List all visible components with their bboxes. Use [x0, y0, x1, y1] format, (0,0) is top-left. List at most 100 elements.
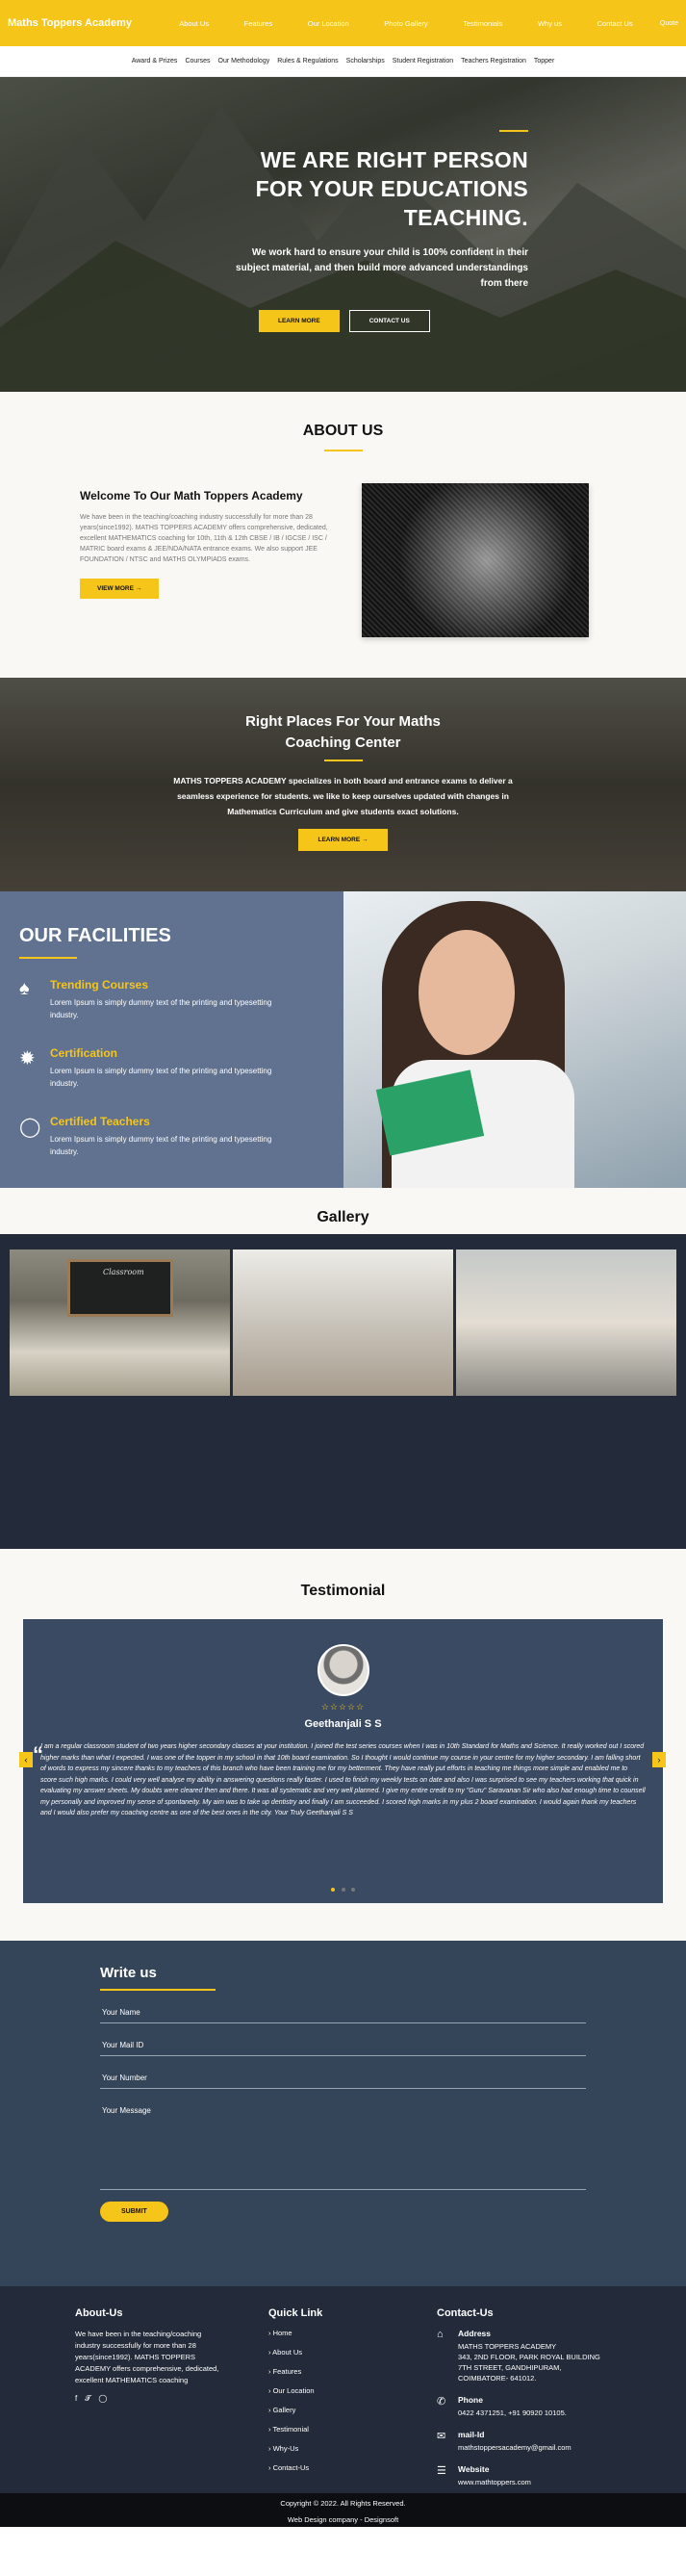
- contact-form-title: Write us: [100, 1965, 157, 1981]
- hero-subtitle: We work hard to ensure your child is 100…: [236, 247, 528, 289]
- subnav-topper[interactable]: Topper: [534, 58, 554, 64]
- facility-text: Lorem Ipsum is simply dummy text of the …: [50, 1067, 272, 1088]
- mail-icon: ✉: [437, 2431, 446, 2442]
- facilities-list: OUR FACILITIES ♠ Trending Courses Lorem …: [0, 891, 343, 1188]
- address-line: MATHS TOPPERS ACADEMY: [458, 2342, 557, 2351]
- footer-link-about[interactable]: › About Us: [268, 2348, 322, 2357]
- student-face-shape: [419, 930, 515, 1055]
- footer-link-label: About Us: [272, 2348, 303, 2357]
- nav-why-us[interactable]: Why us: [538, 19, 562, 28]
- gallery-image-kids-classroom[interactable]: [456, 1249, 676, 1396]
- coaching-title-underline: [323, 760, 363, 761]
- instagram-icon[interactable]: ◯: [98, 2394, 107, 2404]
- hero-title: WE ARE RIGHT PERSON FOR YOUR EDUCATIONS …: [220, 145, 528, 232]
- carousel-dot-1[interactable]: [331, 1888, 336, 1892]
- nav-testimonials[interactable]: Testimonials: [463, 19, 502, 28]
- gallery-section: Classroom: [0, 1234, 686, 1549]
- footer-link-features[interactable]: › Features: [268, 2367, 322, 2376]
- subnav-teachers-registration[interactable]: Teachers Registration: [461, 58, 526, 64]
- view-more-label: VIEW MORE: [97, 585, 134, 592]
- twitter-icon[interactable]: 𝓣: [85, 2394, 90, 2404]
- gallery-row: Classroom: [10, 1249, 676, 1396]
- nav-photo-gallery[interactable]: Photo Gallery: [384, 19, 427, 28]
- hero-content: WE ARE RIGHT PERSON FOR YOUR EDUCATIONS …: [220, 130, 528, 292]
- footer-quick-title: Quick Link: [268, 2307, 323, 2319]
- nav-about-us[interactable]: About Us: [179, 19, 209, 28]
- footer-link-label: Gallery: [272, 2406, 296, 2414]
- subnav-rules[interactable]: Rules & Regulations: [277, 58, 338, 64]
- footer-link-why-us[interactable]: › Why-Us: [268, 2444, 322, 2453]
- avatar: [317, 1644, 369, 1696]
- footer-contact-title: Contact-Us: [437, 2307, 494, 2319]
- footer-quick-links: Quick Link › Home › About Us › Features …: [268, 2307, 322, 2483]
- about-paragraph: We have been in the teaching/coaching in…: [80, 514, 328, 563]
- footer-address: ⌂ Address MATHS TOPPERS ACADEMY 343, 2ND…: [437, 2329, 600, 2383]
- quote-link[interactable]: Quote: [660, 20, 678, 27]
- phone-field[interactable]: Your Number: [100, 2056, 586, 2089]
- coaching-learn-more-label: LEARN MORE: [318, 837, 361, 843]
- carousel-prev-icon[interactable]: ‹: [19, 1752, 33, 1767]
- nav-contact-us[interactable]: Contact Us: [597, 19, 633, 28]
- mail-value[interactable]: mathstoppersacademy@gmail.com: [458, 2442, 572, 2453]
- footer-link-contact[interactable]: › Contact-Us: [268, 2463, 322, 2472]
- email-field[interactable]: Your Mail ID: [100, 2023, 586, 2056]
- about-text-block: Welcome To Our Math Toppers Academy We h…: [80, 485, 340, 599]
- about-title-underline: [323, 450, 363, 451]
- gallery-title: Gallery: [317, 1209, 369, 1225]
- facebook-icon[interactable]: f: [75, 2394, 77, 2404]
- nav-our-location[interactable]: Our Location: [308, 19, 349, 28]
- phone-icon: ✆: [437, 2396, 446, 2408]
- view-more-button[interactable]: VIEW MORE →: [80, 579, 160, 599]
- carousel-next-icon[interactable]: ›: [652, 1752, 666, 1767]
- math-formulas-image: [362, 483, 589, 637]
- footer-about-text: We have been in the teaching/coaching in…: [75, 2330, 219, 2384]
- rating-stars-icon: ☆☆☆☆☆: [320, 1702, 366, 1712]
- name-field[interactable]: Your Name: [100, 1991, 586, 2023]
- hero-learn-more-button[interactable]: LEARN MORE: [259, 310, 340, 332]
- coaching-content: Right Places For Your Maths Coaching Cen…: [0, 678, 686, 851]
- gallery-image-classroom-teacher[interactable]: Classroom: [10, 1249, 230, 1396]
- footer-website: ☰ Website www.mathtoppers.com: [437, 2464, 600, 2487]
- footer-about: About-Us We have been in the teaching/co…: [75, 2307, 219, 2404]
- gallery-header: Gallery: [0, 1188, 686, 1234]
- facility-item: ♠ Trending Courses Lorem Ipsum is simply…: [19, 978, 343, 1021]
- footer-link-location[interactable]: › Our Location: [268, 2386, 322, 2395]
- phone-value[interactable]: 0422 4371251, +91 90920 10105.: [458, 2408, 567, 2418]
- footer-link-label: Home: [272, 2329, 292, 2337]
- coaching-learn-more-button[interactable]: LEARN MORE →: [298, 829, 388, 851]
- website-label: Website: [458, 2464, 490, 2474]
- subnav-methodology[interactable]: Our Methodology: [218, 58, 270, 64]
- footer-mail: ✉ mail-Id mathstoppersacademy@gmail.com: [437, 2430, 600, 2453]
- carousel-dot-3[interactable]: [350, 1888, 355, 1892]
- footer-link-testimonial[interactable]: › Testimonial: [268, 2425, 322, 2434]
- subnav-scholarships[interactable]: Scholarships: [346, 58, 385, 64]
- footer-link-label: Features: [272, 2367, 302, 2376]
- hero-contact-us-button[interactable]: CONTACT US: [348, 310, 430, 332]
- footer-phone: ✆ Phone 0422 4371251, +91 90920 10105.: [437, 2395, 600, 2418]
- carousel-dots: [23, 1885, 663, 1893]
- testimonial-section: Testimonial ☆☆☆☆☆ Geethanjali S S “ I am…: [0, 1549, 686, 1941]
- brand-logo-text[interactable]: Maths Toppers Academy: [8, 17, 162, 29]
- footer-link-label: Our Location: [272, 2386, 315, 2395]
- blackboard-shape: Classroom: [67, 1259, 173, 1317]
- subnav-courses[interactable]: Courses: [185, 58, 210, 64]
- hero-buttons: LEARN MORE CONTACT US: [259, 310, 430, 332]
- student-photo: [343, 891, 686, 1188]
- footer-link-gallery[interactable]: › Gallery: [268, 2406, 322, 2414]
- home-icon: ⌂: [437, 2329, 444, 2340]
- subnav-award-prizes[interactable]: Award & Prizes: [132, 58, 178, 64]
- subnav-student-registration[interactable]: Student Registration: [393, 58, 453, 64]
- website-value[interactable]: www.mathtoppers.com: [458, 2477, 531, 2487]
- carousel-dot-2[interactable]: [341, 1888, 345, 1892]
- footer-link-home[interactable]: › Home: [268, 2329, 322, 2337]
- secondary-nav: Award & Prizes Courses Our Methodology R…: [0, 46, 686, 77]
- gallery-image-students-writing[interactable]: [233, 1249, 453, 1396]
- message-field[interactable]: Your Message: [100, 2089, 586, 2190]
- hero-title-line: WE ARE RIGHT PERSON: [260, 147, 528, 172]
- hero-title-line: TEACHING.: [403, 205, 528, 230]
- submit-button[interactable]: SUBMIT: [100, 2202, 168, 2222]
- designer-credit[interactable]: Web Design company - Designsoft: [0, 2515, 686, 2524]
- mail-label: mail-Id: [458, 2430, 485, 2439]
- nav-features[interactable]: Features: [244, 19, 273, 28]
- testimonial-name: Geethanjali S S: [304, 1718, 382, 1730]
